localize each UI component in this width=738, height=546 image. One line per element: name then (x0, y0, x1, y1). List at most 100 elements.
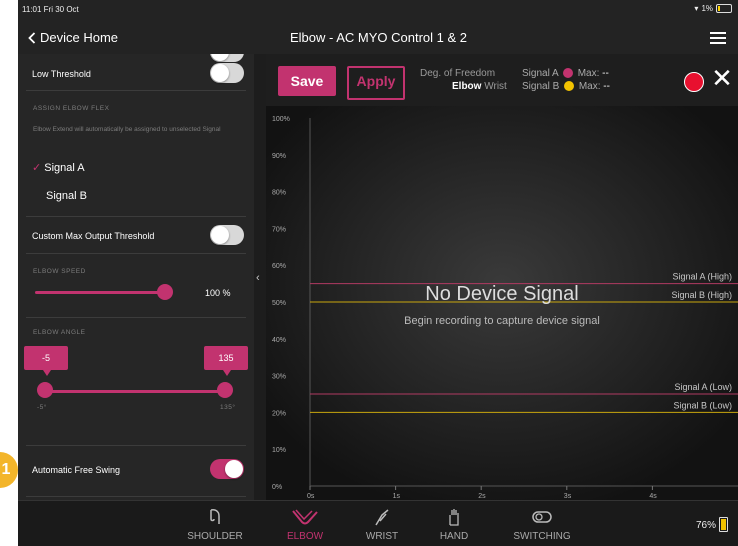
y-tick-label: 40% (272, 337, 286, 344)
elbow-angle-slider[interactable] (46, 390, 226, 393)
y-tick-label: 0% (272, 484, 282, 491)
signal-a-option[interactable]: ✓ Signal A (32, 161, 242, 174)
threshold-label: Signal A (High) (672, 272, 732, 282)
angle-min-thumb[interactable] (37, 382, 53, 398)
signal-a-name: Signal A (522, 68, 559, 79)
battery-icon (716, 4, 732, 13)
signal-a-dot (562, 68, 573, 79)
y-tick-label: 70% (272, 226, 286, 233)
custom-max-toggle[interactable] (210, 225, 244, 245)
signal-a-max: Signal A Max: -- (522, 68, 609, 79)
dof-label: Deg. of Freedom (420, 68, 496, 79)
device-battery-percent: 76% (695, 520, 716, 531)
page-title: Elbow - AC MYO Control 1 & 2 (290, 30, 468, 45)
low-threshold-toggle[interactable] (210, 63, 244, 83)
save-button[interactable]: Save (278, 66, 336, 96)
tab-hand-label: HAND (439, 531, 469, 542)
divider (26, 445, 246, 446)
apply-button[interactable]: Apply (347, 66, 405, 100)
threshold-label: Signal B (High) (671, 290, 732, 300)
signal-chart: 100% 90% 80% 70% 60% 50% 40% 30% 20% 10% 0% 0s 1s 2s 3… (266, 106, 738, 500)
system-icons: ▾ 1% (694, 4, 732, 13)
dof-wrist: Wrist (484, 81, 507, 92)
chevron-left-icon: ‹ (256, 272, 260, 284)
threshold-label: Signal A (Low) (674, 382, 732, 392)
previous-toggle[interactable] (210, 54, 244, 62)
divider (26, 496, 246, 497)
y-tick-label: 100% (272, 116, 290, 123)
threshold-label: Signal B (Low) (673, 400, 732, 410)
battery-percent: 1% (701, 4, 713, 13)
signal-b-option-label: Signal B (46, 190, 87, 202)
step-marker: 1 (0, 452, 18, 488)
switch-icon (532, 511, 552, 523)
tab-elbow-label: ELBOW (286, 531, 324, 542)
tab-elbow[interactable]: ELBOW (265, 507, 345, 542)
dof-elbow: Elbow (452, 81, 482, 92)
angle-max-scale: 135° (220, 404, 236, 411)
divider (26, 317, 246, 318)
elbow-icon (292, 509, 318, 525)
y-tick-label: 50% (272, 300, 286, 307)
shoulder-icon (210, 509, 220, 524)
battery-icon (719, 517, 728, 532)
y-tick-label: 30% (272, 374, 286, 381)
signal-a-option-label: Signal A (44, 162, 85, 174)
max-label-b: Max: (578, 81, 601, 92)
angle-max-thumb[interactable] (217, 382, 233, 398)
tab-shoulder-label: SHOULDER (187, 531, 243, 542)
signal-b-max: Signal B Max: -- (522, 81, 610, 92)
angle-min-tag: -5 (24, 346, 68, 376)
elbow-angle-header: ELBOW ANGLE (33, 329, 86, 336)
free-swing-toggle[interactable] (210, 459, 244, 479)
max-b-value: -- (603, 81, 610, 92)
tab-shoulder[interactable]: SHOULDER (175, 507, 255, 542)
back-button[interactable]: Device Home (28, 30, 118, 45)
wrist-icon (375, 509, 389, 526)
tab-wrist[interactable]: WRIST (342, 507, 422, 542)
y-tick-label: 20% (272, 410, 286, 417)
hand-icon (449, 509, 459, 526)
max-label-a: Max: (577, 68, 600, 79)
status-bar: 11:01 Fri 30 Oct ▾ 1% (18, 0, 738, 20)
back-label: Device Home (40, 30, 119, 45)
menu-icon[interactable] (710, 29, 726, 47)
settings-sidebar: Low Threshold ASSIGN ELBOW FLEX Elbow Ex… (18, 54, 254, 500)
checkmark-icon: ✓ (32, 162, 42, 174)
signal-b-dot (564, 81, 575, 92)
signal-b-name: Signal B (522, 81, 560, 92)
navigation-bar: Device Home Elbow - AC MYO Control 1 & 2 (18, 20, 738, 54)
x-tick-label: 1s (393, 493, 401, 500)
angle-max-tag: 135 (204, 346, 248, 376)
tab-hand[interactable]: HAND (414, 507, 494, 542)
divider (26, 253, 246, 254)
elbow-speed-header: ELBOW SPEED (33, 268, 86, 275)
tab-switching[interactable]: SWITCHING (502, 507, 582, 542)
angle-min-scale: -5° (37, 404, 47, 411)
no-signal-message: No Device Signal (425, 283, 578, 305)
close-icon[interactable]: ✕ (710, 65, 734, 92)
max-a-value: -- (602, 68, 609, 79)
y-tick-label: 90% (272, 153, 286, 160)
x-tick-label: 4s (649, 493, 657, 500)
elbow-speed-thumb[interactable] (157, 284, 173, 300)
assign-flex-note: Elbow Extend will automatically be assig… (33, 126, 221, 133)
y-tick-label: 80% (272, 190, 286, 197)
y-tick-label: 60% (272, 263, 286, 270)
collapse-sidebar-button[interactable]: ‹ (254, 54, 266, 500)
x-tick-label: 2s (478, 493, 486, 500)
record-button[interactable] (684, 72, 704, 92)
no-signal-submessage: Begin recording to capture device signal (404, 315, 600, 327)
elbow-speed-value: 100 % (205, 288, 231, 298)
signal-panel: Save Apply Deg. of Freedom Elbow Wrist S… (266, 54, 738, 500)
x-tick-label: 0s (307, 493, 315, 500)
tab-switching-label: SWITCHING (513, 531, 571, 542)
tab-wrist-label: WRIST (365, 531, 399, 542)
x-tick-label: 3s (564, 493, 572, 500)
y-tick-label: 10% (272, 447, 286, 454)
tab-bar: SHOULDER ELBOW WRIST HAND SWITCHING 76% (18, 500, 738, 546)
status-time: 11:01 Fri 30 Oct (22, 5, 79, 14)
chevron-left-icon (28, 31, 36, 44)
elbow-speed-slider[interactable] (35, 291, 165, 294)
signal-b-option[interactable]: Signal B (46, 190, 254, 202)
